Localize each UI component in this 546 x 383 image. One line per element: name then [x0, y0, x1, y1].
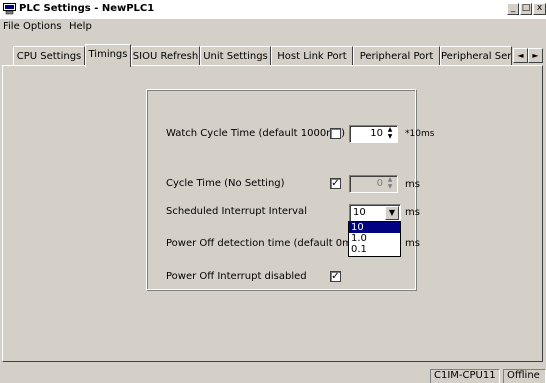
scheduled-interrupt-dropdown: 10 1.0 0.1 [348, 221, 401, 257]
menu-help-label: Help [69, 21, 92, 32]
tab-peripheral-port[interactable]: Peripheral Port [353, 46, 440, 65]
maximize-button[interactable]: □ [520, 3, 532, 15]
watch-cycle-time-unit: *10ms [405, 129, 435, 139]
tab-scroll-right-button[interactable]: ► [528, 48, 543, 63]
plc-settings-window: PLC Settings - NewPLC1 _ □ x File Option… [0, 0, 546, 383]
chevron-down-icon[interactable]: ▼ [385, 206, 399, 220]
tab-host-link-port[interactable]: Host Link Port [271, 46, 353, 65]
settings-tabstrip: CPU Settings Timings SIOU Refresh Unit S… [0, 44, 546, 67]
title-bar: PLC Settings - NewPLC1 _ □ x [0, 0, 546, 19]
tab-timings[interactable]: Timings [85, 44, 131, 67]
watch-cycle-time-spin-buttons: ▲ ▼ [384, 127, 396, 141]
window-title: PLC Settings - NewPLC1 [19, 3, 155, 14]
scheduled-interrupt-select[interactable]: 10 ▼ [349, 204, 401, 222]
tab-siou-refresh[interactable]: SIOU Refresh [131, 46, 200, 65]
menu-file-label: File [3, 21, 20, 32]
spin-down-icon[interactable]: ▼ [384, 184, 396, 191]
menu-options[interactable]: Options [23, 21, 62, 32]
power-off-detection-unit: ms [405, 238, 420, 249]
status-connection: Offline [503, 369, 546, 383]
dropdown-option[interactable]: 10 [349, 222, 400, 233]
plc-app-icon [3, 3, 16, 15]
watch-cycle-time-checkbox[interactable] [330, 128, 341, 139]
scheduled-interrupt-label: Scheduled Interrupt Interval [166, 206, 307, 217]
status-bar: C1IM-CPU11 Offline [0, 368, 546, 383]
cycle-time-unit: ms [405, 179, 420, 190]
cycle-time-spin-buttons: ▲ ▼ [384, 177, 396, 191]
tab-scroll-left-button[interactable]: ◄ [513, 48, 528, 63]
scheduled-interrupt-unit: ms [405, 207, 420, 218]
tab-unit-settings[interactable]: Unit Settings [200, 46, 271, 65]
watch-cycle-time-label: Watch Cycle Time (default 1000ms) [166, 128, 346, 139]
status-cpu-type: C1IM-CPU11 [430, 369, 500, 383]
close-button[interactable]: x [533, 3, 546, 15]
cycle-time-spinbox[interactable]: 0 ▲ ▼ [349, 175, 398, 193]
dropdown-option[interactable]: 0.1 [349, 244, 400, 255]
cycle-time-checkbox[interactable]: ✓ [330, 178, 341, 189]
cycle-time-label: Cycle Time (No Setting) [166, 178, 285, 189]
dropdown-option[interactable]: 1.0 [349, 233, 400, 244]
power-off-interrupt-checkbox[interactable]: ✓ [330, 271, 341, 282]
menu-file[interactable]: File [3, 21, 20, 32]
menu-help[interactable]: Help [69, 21, 92, 32]
spin-down-icon[interactable]: ▼ [384, 134, 396, 141]
tab-peripheral-service[interactable]: Peripheral Service [440, 46, 512, 65]
watch-cycle-time-spinbox[interactable]: 10 ▲ ▼ [349, 125, 398, 143]
menu-bar: File Options Help [0, 19, 546, 36]
timings-group: Watch Cycle Time (default 1000ms) 10 ▲ ▼… [146, 89, 434, 290]
menu-options-label: Options [23, 21, 62, 32]
minimize-button[interactable]: _ [507, 3, 519, 15]
cycle-time-value: 0 [376, 178, 383, 189]
scheduled-interrupt-value: 10 [353, 207, 366, 218]
power-off-interrupt-label: Power Off Interrupt disabled [166, 271, 307, 282]
tab-cpu-settings[interactable]: CPU Settings [13, 46, 85, 65]
watch-cycle-time-value: 10 [370, 128, 383, 139]
power-off-detection-label: Power Off detection time (default 0ms) [166, 238, 362, 249]
